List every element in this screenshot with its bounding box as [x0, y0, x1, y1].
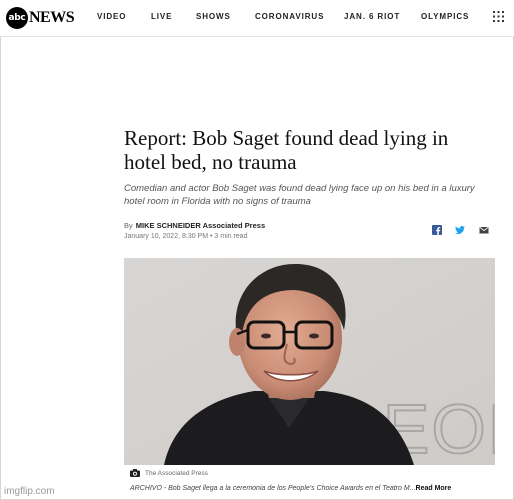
photo-caption: ARCHIVO - Bob Saget llega a la ceremonia… [130, 485, 490, 492]
nav-live[interactable]: LIVE [151, 12, 172, 21]
photo-credit: The Associated Press [130, 469, 208, 477]
news-logo-text: NEWS [29, 9, 75, 26]
byline: By MIKE SCHNEIDER Associated Press [124, 221, 265, 230]
bob-saget-portrait: PEOPLE [124, 258, 495, 465]
read-more-link[interactable]: Read More [416, 485, 452, 492]
nav-olympics[interactable]: OLYMPICS [421, 12, 469, 21]
abc-logo-mark: abc [6, 7, 28, 29]
author-name[interactable]: MIKE SCHNEIDER Associated Press [136, 221, 265, 230]
imgflip-watermark: imgflip.com [4, 486, 55, 497]
article-dateline: January 10, 2022, 8:30 PM • 3 min read [124, 233, 248, 240]
twitter-icon[interactable] [455, 225, 465, 235]
facebook-icon[interactable] [432, 225, 442, 235]
article-headline: Report: Bob Saget found dead lying in ho… [124, 126, 449, 174]
email-icon[interactable] [479, 225, 489, 235]
nav-shows[interactable]: SHOWS [196, 12, 231, 21]
photo-caption-text: ARCHIVO - Bob Saget llega a la ceremonia… [130, 485, 416, 492]
abc-news-logo[interactable]: abc NEWS [6, 7, 75, 29]
camera-icon [130, 469, 140, 477]
article-dek: Comedian and actor Bob Saget was found d… [124, 183, 475, 207]
article-photo[interactable]: PEOPLE [124, 258, 495, 465]
grid-menu-icon[interactable] [493, 11, 504, 22]
byline-prefix: By [124, 221, 133, 230]
photo-credit-text: The Associated Press [145, 469, 208, 477]
site-header: abc NEWS VIDEO LIVE SHOWS CORONAVIRUS JA… [0, 0, 514, 37]
nav-video[interactable]: VIDEO [97, 12, 126, 21]
nav-jan6-riot[interactable]: JAN. 6 RIOT [344, 12, 400, 21]
nav-coronavirus[interactable]: CORONAVIRUS [255, 12, 324, 21]
